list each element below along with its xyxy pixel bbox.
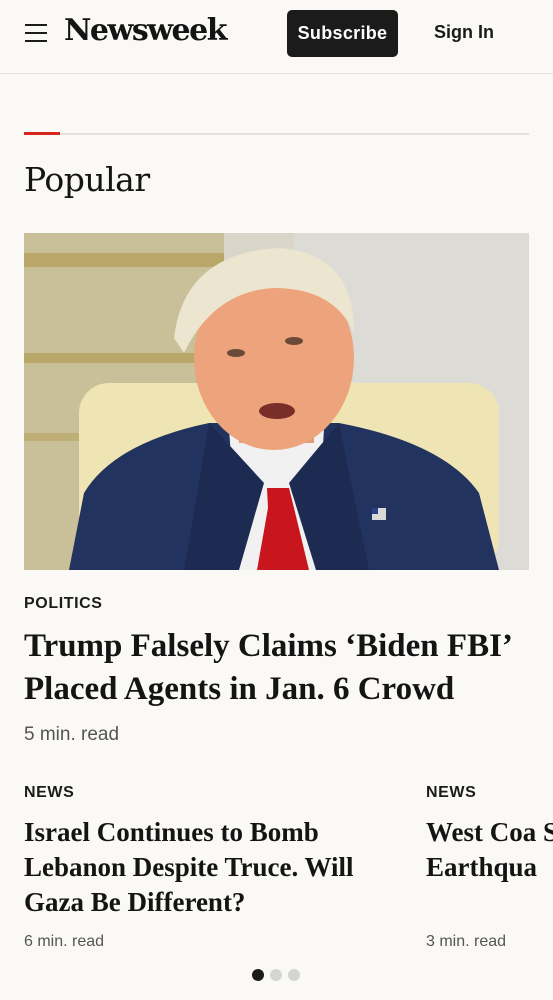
featured-category[interactable]: POLITICS [24, 595, 103, 613]
carousel-card-2-read-time: 3 min. read [426, 933, 507, 950]
featured-read-time: 5 min. read [24, 724, 120, 745]
subscribe-button[interactable]: Subscribe [287, 10, 398, 57]
carousel-pagination [252, 969, 300, 981]
site-logo[interactable]: Newsweek [64, 13, 228, 48]
hamburger-menu-icon[interactable] [25, 24, 47, 42]
section-divider-accent [24, 132, 60, 135]
pagination-dot-2[interactable] [270, 969, 282, 981]
sign-in-link[interactable]: Sign In [434, 22, 494, 43]
section-divider [24, 133, 529, 135]
site-header: Newsweek Subscribe Sign In [0, 0, 553, 74]
featured-headline[interactable]: Trump Falsely Claims ‘Biden FBI’ Placed … [24, 625, 534, 711]
page: Newsweek Subscribe Sign In Popular POLIT… [0, 0, 553, 1000]
section-title: Popular [24, 160, 150, 199]
carousel-card-1-category[interactable]: NEWS [24, 784, 74, 802]
carousel-card-1-headline[interactable]: Israel Continues to Bomb Lebanon Despite… [24, 815, 394, 920]
pagination-dot-3[interactable] [288, 969, 300, 981]
featured-article-image[interactable] [24, 233, 529, 570]
carousel-card-2-category[interactable]: NEWS [426, 784, 476, 802]
pagination-dot-1[interactable] [252, 969, 264, 981]
carousel-card-2-headline[interactable]: West Coa Scenario Earthqua [426, 815, 553, 885]
carousel-card-1-read-time: 6 min. read [24, 933, 105, 950]
carousel-card-2[interactable]: NEWS West Coa Scenario Earthqua 3 min. r… [426, 770, 553, 970]
